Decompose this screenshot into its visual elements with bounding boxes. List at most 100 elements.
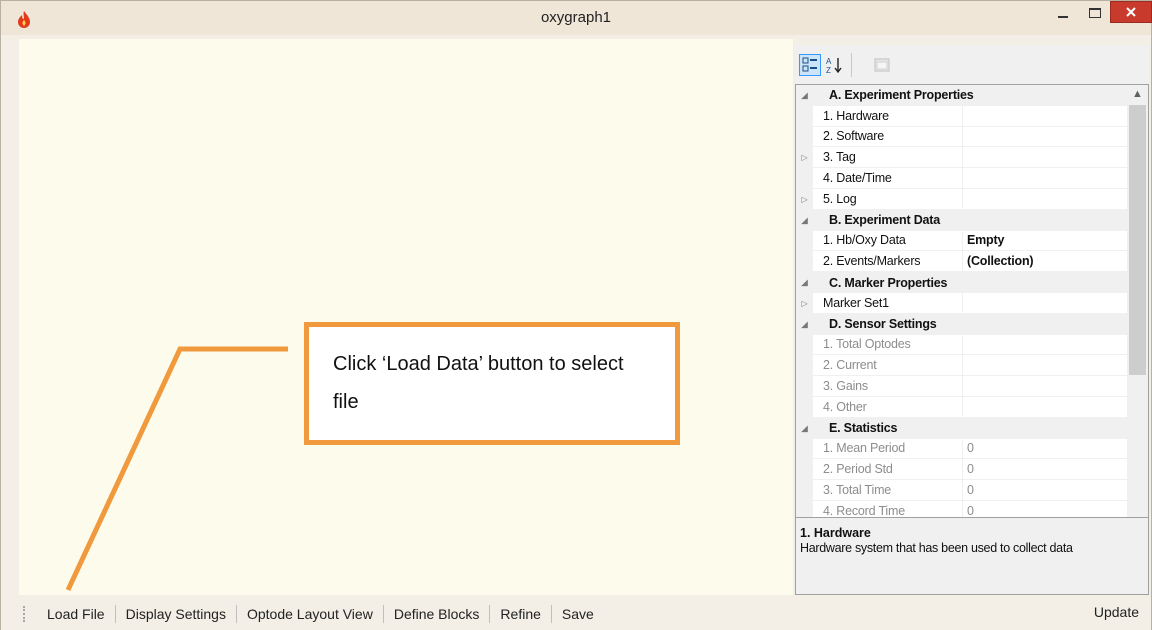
optode-layout-view-button[interactable]: Optode Layout View [237, 606, 383, 622]
property-row[interactable]: 2. Software [796, 126, 1148, 148]
property-name: 3. Gains [813, 376, 963, 397]
collapse-icon[interactable]: ◢ [796, 272, 813, 293]
property-row[interactable]: 4. Date/Time [796, 168, 1148, 189]
property-name: 5. Log [813, 188, 963, 210]
refine-button[interactable]: Refine [490, 606, 550, 622]
property-row[interactable]: 3. Gains [796, 376, 1148, 397]
property-pages-button[interactable] [871, 54, 893, 76]
row-gutter [796, 355, 813, 377]
property-category[interactable]: ◢ B. Experiment Data [796, 209, 1148, 231]
category-label: B. Experiment Data [829, 213, 941, 228]
property-category[interactable]: ◢ A. Experiment Properties [796, 85, 1148, 106]
property-value[interactable] [963, 293, 1148, 314]
property-name: 4. Other [813, 396, 963, 418]
property-value[interactable] [963, 127, 1148, 148]
close-button[interactable] [1110, 1, 1152, 23]
maximize-icon [1089, 8, 1101, 18]
row-gutter [796, 251, 813, 273]
minimize-button[interactable] [1047, 1, 1079, 25]
property-row[interactable]: 1. Hardware [796, 105, 1148, 127]
vertical-scrollbar[interactable]: ▲ ▼ [1127, 85, 1148, 553]
close-icon [1126, 7, 1136, 17]
bottom-toolstrip: Load File Display Settings Optode Layout… [1, 597, 1151, 630]
property-category[interactable]: ◢ C. Marker Properties [796, 272, 1148, 293]
property-row[interactable]: ▷ 5. Log [796, 188, 1148, 210]
row-gutter [796, 334, 813, 356]
property-name: 1. Total Optodes [813, 334, 963, 356]
property-value[interactable] [963, 147, 1148, 169]
save-button[interactable]: Save [552, 606, 604, 622]
row-gutter [796, 105, 813, 127]
expand-icon[interactable]: ▷ [796, 188, 813, 210]
categorized-view-button[interactable] [799, 54, 821, 76]
property-name: 3. Total Time [813, 480, 963, 501]
app-window: oxygraph1 A Z ◢ A. Experiment Properties… [0, 0, 1152, 630]
property-value[interactable] [963, 168, 1148, 189]
property-row[interactable]: 4. Other [796, 396, 1148, 418]
callout-text: Click ‘Load Data’ button to select file [333, 353, 624, 413]
collapse-icon[interactable]: ◢ [796, 85, 813, 106]
row-gutter [796, 480, 813, 501]
row-gutter [796, 438, 813, 460]
property-row[interactable]: 1. Total Optodes [796, 334, 1148, 356]
property-row[interactable]: 2. Events/Markers (Collection) [796, 251, 1148, 273]
property-category[interactable]: ◢ E. Statistics [796, 417, 1148, 439]
property-name: 2. Current [813, 355, 963, 377]
property-value[interactable] [963, 376, 1148, 397]
alphabetical-view-button[interactable]: A Z [823, 54, 845, 76]
property-rows: ◢ A. Experiment Properties 1. Hardware 2. S… [796, 85, 1148, 522]
property-grid-toolbar: A Z [795, 45, 1149, 83]
expand-icon[interactable]: ▷ [796, 292, 813, 314]
property-row[interactable]: 2. Period Std 0 [796, 459, 1148, 481]
maximize-button[interactable] [1079, 1, 1111, 25]
plot-canvas[interactable] [19, 39, 793, 595]
scroll-thumb[interactable] [1129, 105, 1146, 375]
svg-text:A: A [826, 57, 832, 66]
property-row[interactable]: 2. Current [796, 355, 1148, 377]
svg-text:Z: Z [826, 66, 831, 74]
property-value[interactable] [963, 189, 1148, 210]
scroll-up-icon[interactable]: ▲ [1127, 85, 1148, 103]
property-name: 2. Period Std [813, 459, 963, 481]
update-button[interactable]: Update [1094, 604, 1139, 620]
property-category[interactable]: ◢ D. Sensor Settings [796, 313, 1148, 335]
property-name: 2. Events/Markers [813, 251, 963, 273]
row-gutter [796, 126, 813, 148]
expand-icon[interactable]: ▷ [796, 147, 813, 169]
property-row[interactable]: ▷ Marker Set1 [796, 292, 1148, 314]
property-name: 2. Software [813, 126, 963, 148]
property-list[interactable]: ◢ A. Experiment Properties 1. Hardware 2. S… [795, 84, 1149, 554]
property-name: 1. Hb/Oxy Data [813, 230, 963, 252]
property-value[interactable]: (Collection) [963, 251, 1148, 273]
display-settings-button[interactable]: Display Settings [116, 606, 236, 622]
property-value[interactable] [963, 397, 1148, 418]
property-row[interactable]: ▷ 3. Tag [796, 147, 1148, 169]
title-bar[interactable]: oxygraph1 [1, 1, 1152, 35]
collapse-icon[interactable]: ◢ [796, 313, 813, 335]
property-value[interactable]: 0 [963, 480, 1148, 501]
property-row[interactable]: 1. Hb/Oxy Data Empty [796, 230, 1148, 252]
define-blocks-button[interactable]: Define Blocks [384, 606, 490, 622]
help-pane: 1. Hardware Hardware system that has bee… [795, 517, 1149, 595]
row-gutter [796, 459, 813, 481]
property-value[interactable] [963, 335, 1148, 356]
property-value[interactable]: 0 [963, 459, 1148, 481]
property-name: 1. Hardware [813, 105, 963, 127]
collapse-icon[interactable]: ◢ [796, 417, 813, 439]
instruction-callout: Click ‘Load Data’ button to select file [304, 322, 680, 445]
property-value[interactable] [963, 355, 1148, 377]
toolstrip-grip-icon[interactable] [23, 605, 25, 622]
property-value[interactable]: 0 [963, 439, 1148, 460]
property-name: 4. Date/Time [813, 168, 963, 189]
help-description: Hardware system that has been used to co… [800, 541, 1073, 555]
property-value[interactable] [963, 106, 1148, 127]
property-value[interactable]: Empty [963, 231, 1148, 252]
collapse-icon[interactable]: ◢ [796, 209, 813, 231]
categorized-icon [802, 57, 817, 72]
help-title: 1. Hardware [800, 526, 871, 540]
property-name: Marker Set1 [813, 292, 963, 314]
property-row[interactable]: 1. Mean Period 0 [796, 438, 1148, 460]
load-file-button[interactable]: Load File [37, 606, 115, 622]
category-label: D. Sensor Settings [829, 317, 937, 332]
property-row[interactable]: 3. Total Time 0 [796, 480, 1148, 501]
